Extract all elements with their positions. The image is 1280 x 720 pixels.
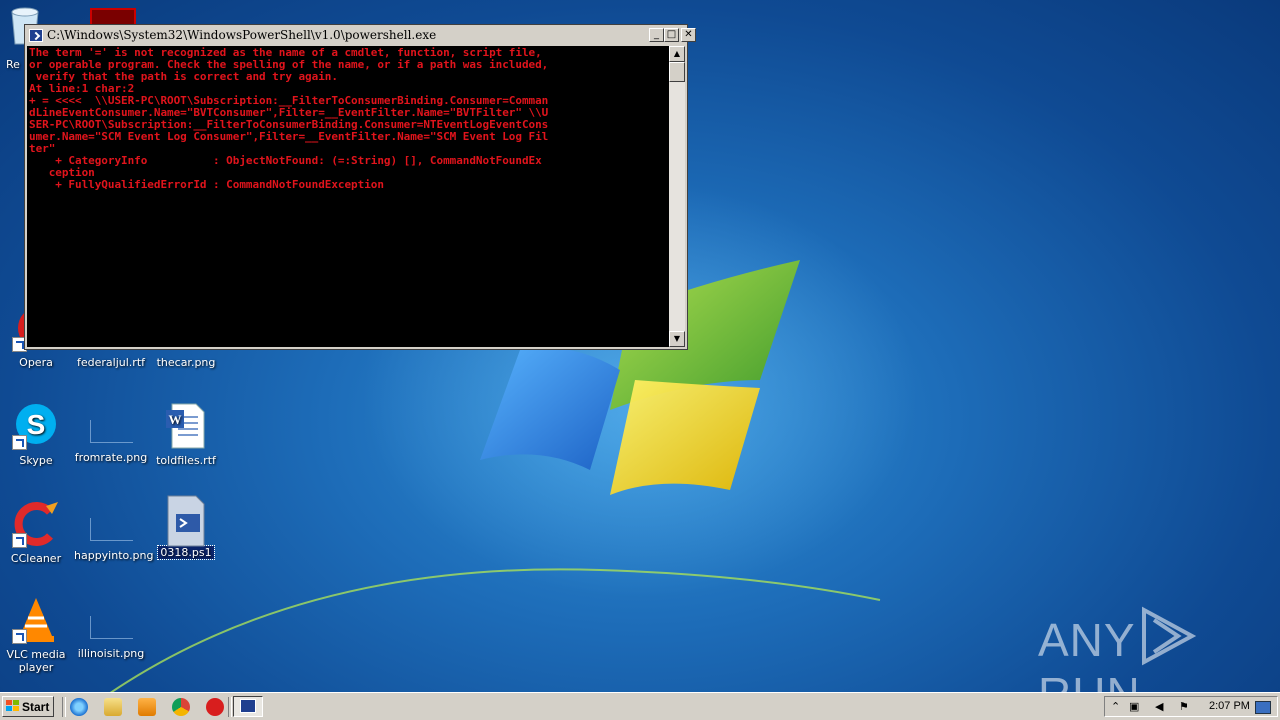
- clock[interactable]: 2:07 PM: [1209, 700, 1250, 712]
- console-output-text: The term '=' is not recognized as the na…: [29, 46, 549, 191]
- png-file-icon: [89, 420, 133, 443]
- desktop-icon-illinoisit[interactable]: illinoisit.png: [72, 598, 150, 660]
- show-desktop-icon[interactable]: [1255, 701, 1271, 714]
- taskbar-powershell-button[interactable]: [233, 696, 263, 717]
- vertical-scrollbar[interactable]: ▲ ▼: [669, 46, 685, 347]
- window-title: C:\Windows\System32\WindowsPowerShell\v1…: [47, 28, 437, 42]
- desktop-icon-vlc[interactable]: VLC media player: [0, 596, 75, 674]
- word-document-icon: W: [162, 402, 210, 450]
- chrome-icon[interactable]: [172, 698, 190, 716]
- start-button[interactable]: Start: [2, 696, 54, 717]
- powershell-icon: [240, 699, 256, 713]
- show-hidden-icon[interactable]: ⌃: [1111, 700, 1120, 713]
- flag-icon[interactable]: ⚑: [1179, 700, 1189, 713]
- system-tray: ⌃ ▣ ◀ ⚑ 2:07 PM: [1104, 696, 1278, 717]
- desktop-icon-ccleaner[interactable]: CCleaner: [0, 500, 75, 565]
- maximize-button[interactable]: □: [664, 28, 679, 42]
- desktop-icon-happyinto[interactable]: happyinto.png: [72, 500, 154, 562]
- console-output-area[interactable]: The term '=' is not recognized as the na…: [27, 46, 669, 347]
- media-player-icon[interactable]: [138, 698, 156, 716]
- play-logo-icon: [1141, 606, 1196, 666]
- taskbar: Start ⌃ ▣ ◀ ⚑ 2:07 PM: [0, 692, 1280, 720]
- scroll-thumb[interactable]: [669, 62, 685, 82]
- skype-icon: S: [12, 402, 60, 450]
- close-button[interactable]: ✕: [681, 28, 696, 42]
- volume-icon[interactable]: ◀: [1155, 700, 1163, 713]
- desktop-icon-0318-ps1[interactable]: 0318.ps1: [147, 494, 225, 560]
- desktop-icon-toldfiles[interactable]: W toldfiles.rtf: [147, 402, 225, 467]
- png-file-icon: [89, 616, 133, 639]
- scroll-down-arrow-icon[interactable]: ▼: [669, 331, 685, 347]
- vlc-icon: [12, 596, 60, 644]
- powershell-window[interactable]: C:\Windows\System32\WindowsPowerShell\v1…: [24, 24, 696, 350]
- desktop-icon-fromrate[interactable]: fromrate.png: [72, 402, 150, 464]
- explorer-folder-icon[interactable]: [104, 698, 122, 716]
- opera-icon[interactable]: [206, 698, 224, 716]
- network-icon[interactable]: ▣: [1129, 700, 1139, 713]
- svg-text:W: W: [169, 412, 182, 427]
- internet-explorer-icon[interactable]: [70, 698, 88, 716]
- minimize-button[interactable]: _: [649, 28, 664, 42]
- taskbar-separator: [62, 697, 66, 717]
- windows-flag-icon: [6, 700, 20, 713]
- png-file-icon: [89, 518, 133, 541]
- window-titlebar[interactable]: C:\Windows\System32\WindowsPowerShell\v1…: [27, 27, 696, 45]
- scroll-up-arrow-icon[interactable]: ▲: [669, 46, 685, 62]
- svg-text:S: S: [27, 409, 46, 440]
- powershell-icon: [29, 29, 43, 42]
- taskbar-separator: [228, 697, 232, 717]
- anyrun-watermark: ANYRUN: [1038, 606, 1280, 692]
- ccleaner-icon: [12, 500, 60, 548]
- desktop-icon-skype[interactable]: S Skype: [0, 402, 75, 467]
- desktop[interactable]: Re Opera federaljul.rtf thecar.png S Sky…: [0, 0, 1280, 692]
- powershell-script-icon: [162, 494, 210, 547]
